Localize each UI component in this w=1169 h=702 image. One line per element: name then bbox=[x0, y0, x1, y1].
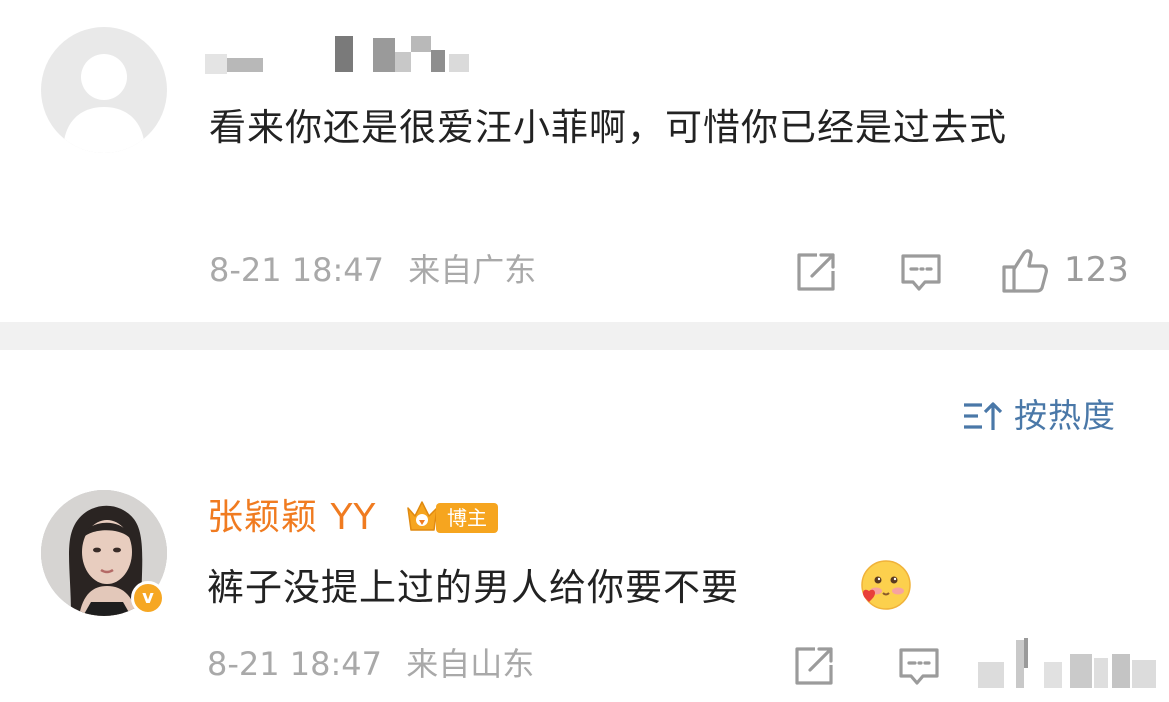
blushing-heart-emoji bbox=[856, 559, 912, 613]
share-button[interactable] bbox=[791, 643, 837, 689]
comment-button[interactable] bbox=[898, 250, 944, 296]
thumbs-up-icon bbox=[1002, 249, 1048, 293]
sort-label: 按热度 bbox=[1014, 396, 1116, 435]
comment-icon bbox=[901, 254, 941, 291]
sort-icon bbox=[964, 402, 1002, 430]
comment-meta: 8-21 18:47 来自山东 bbox=[207, 644, 534, 684]
comment-time: 8-21 18:47 bbox=[207, 645, 383, 683]
share-icon bbox=[795, 647, 833, 685]
comment-location: 来自山东 bbox=[406, 645, 535, 683]
share-button[interactable] bbox=[793, 249, 839, 295]
sort-by-hot-button[interactable]: 按热度 bbox=[962, 394, 1116, 438]
author-name[interactable]: 张颖颖 YY bbox=[207, 496, 376, 540]
verified-badge: v bbox=[131, 581, 165, 615]
comment-text: 看来你还是很爱汪小菲啊，可惜你已经是过去式 bbox=[209, 106, 1007, 149]
comment-button[interactable] bbox=[896, 644, 942, 690]
section-divider bbox=[0, 322, 1169, 350]
comment-text: 裤子没提上过的男人给你要不要 bbox=[207, 566, 739, 609]
like-button[interactable] bbox=[1000, 247, 1050, 295]
like-count: 123 bbox=[1064, 250, 1129, 290]
comment-meta: 8-21 18:47 来自广东 bbox=[209, 250, 536, 290]
share-icon bbox=[797, 253, 835, 291]
censored-username[interactable] bbox=[205, 36, 475, 76]
user-silhouette-icon bbox=[63, 54, 145, 153]
blogger-badge: 博主 bbox=[436, 503, 498, 533]
comment-icon bbox=[899, 648, 939, 685]
censored-like-area bbox=[972, 634, 1162, 694]
default-avatar[interactable] bbox=[41, 27, 167, 153]
comment-location: 来自广东 bbox=[408, 251, 537, 289]
comment-time: 8-21 18:47 bbox=[209, 251, 385, 289]
